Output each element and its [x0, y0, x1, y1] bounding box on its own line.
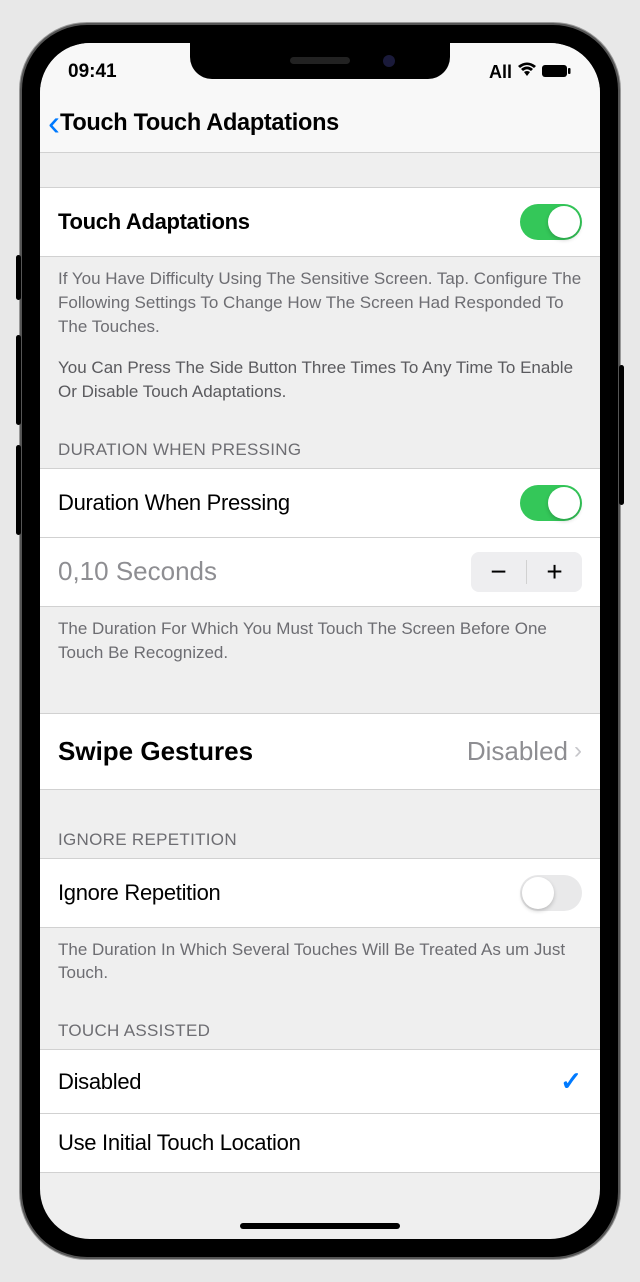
duration-pressing-toggle[interactable]: [520, 485, 582, 521]
checkmark-icon: ✓: [560, 1066, 582, 1097]
touch-assisted-header: TOUCH ASSISTED: [40, 999, 600, 1049]
screen: 09:41 All ‹ Touch Touch Adaptations Touc…: [40, 43, 600, 1239]
ignore-repetition-label: Ignore Repetition: [58, 880, 220, 906]
ignore-repetition-footer: The Duration In Which Several Touches Wi…: [40, 928, 600, 1000]
swipe-value-text: Disabled: [467, 736, 568, 767]
spacer: [40, 153, 600, 187]
carrier-label: All: [489, 62, 512, 83]
duration-header: DURATION WHEN PRESSING: [40, 418, 600, 468]
footer-text-1: If You Have Difficulty Using The Sensiti…: [40, 257, 600, 352]
touch-assisted-disabled-row[interactable]: Disabled ✓: [40, 1049, 600, 1114]
stepper-plus-button[interactable]: +: [527, 552, 582, 592]
toggle-knob: [548, 206, 580, 238]
wifi-icon: [517, 62, 537, 83]
ignore-repetition-row[interactable]: Ignore Repetition: [40, 858, 600, 928]
duration-stepper: − +: [471, 552, 582, 592]
home-indicator[interactable]: [240, 1223, 400, 1229]
toggle-knob: [548, 487, 580, 519]
touch-adaptations-toggle[interactable]: [520, 204, 582, 240]
nav-title: Touch Touch Adaptations: [60, 109, 339, 137]
chevron-right-icon: ›: [574, 737, 582, 765]
swipe-gestures-label: Swipe Gestures: [58, 736, 253, 767]
nav-bar: ‹ Touch Touch Adaptations: [40, 93, 600, 153]
duration-footer: The Duration For Which You Must Touch Th…: [40, 607, 600, 679]
duration-pressing-label: Duration When Pressing: [58, 490, 290, 516]
swipe-gestures-value: Disabled ›: [467, 736, 582, 767]
duration-value-row: 0,10 Seconds − +: [40, 538, 600, 607]
ignore-repetition-toggle[interactable]: [520, 875, 582, 911]
touch-assisted-initial-label: Use Initial Touch Location: [58, 1130, 301, 1156]
touch-adaptations-row[interactable]: Touch Adaptations: [40, 187, 600, 257]
mute-switch: [16, 255, 21, 300]
spacer: [40, 679, 600, 713]
stepper-minus-button[interactable]: −: [471, 552, 526, 592]
touch-adaptations-label: Touch Adaptations: [58, 209, 250, 235]
speaker: [290, 57, 350, 64]
swipe-gestures-row[interactable]: Swipe Gestures Disabled ›: [40, 713, 600, 790]
camera: [383, 55, 395, 67]
back-chevron-icon[interactable]: ‹: [48, 102, 60, 144]
volume-down: [16, 445, 21, 535]
duration-pressing-row[interactable]: Duration When Pressing: [40, 468, 600, 538]
toggle-knob: [522, 877, 554, 909]
touch-assisted-disabled-label: Disabled: [58, 1069, 141, 1095]
ignore-repetition-header: IGNORE REPETITION: [40, 790, 600, 858]
content[interactable]: Touch Adaptations If You Have Difficulty…: [40, 153, 600, 1239]
footer-text-2: You Can Press The Side Button Three Time…: [40, 352, 600, 418]
duration-value: 0,10 Seconds: [58, 556, 217, 587]
notch: [190, 43, 450, 79]
battery-icon: [542, 62, 572, 83]
status-right: All: [489, 62, 572, 83]
touch-assisted-initial-row[interactable]: Use Initial Touch Location: [40, 1114, 600, 1173]
phone-frame: 09:41 All ‹ Touch Touch Adaptations Touc…: [22, 25, 618, 1257]
status-time: 09:41: [68, 61, 117, 83]
side-button: [619, 365, 624, 505]
volume-up: [16, 335, 21, 425]
